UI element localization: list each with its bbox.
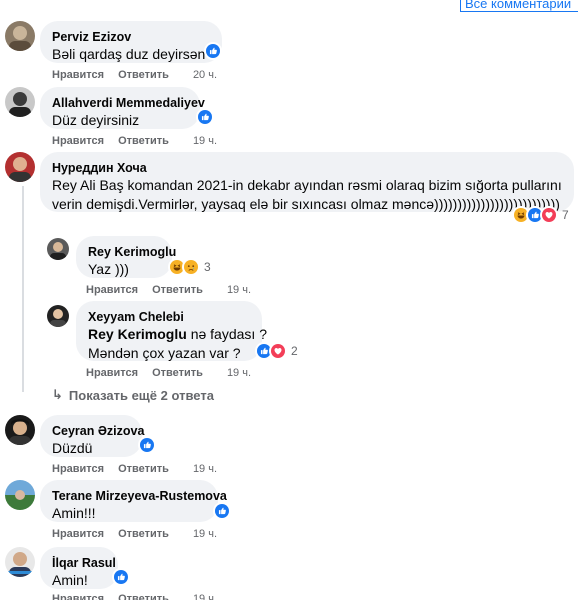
comment-text: nə faydası ? [186,326,267,342]
show-more-replies-button[interactable]: ↳ Показать ещё 2 ответа [52,387,214,403]
reaction-summary[interactable] [204,41,222,61]
like-reaction-icon [112,568,130,586]
comment-actions: Нравится Ответить 20 ч. [52,68,217,82]
reply-bubble: Rey Kerimoglu Yaz ))) [76,236,176,278]
comment-timestamp[interactable]: 19 ч. [193,462,217,476]
comment-bubble: İlqar Rasul Amin! [40,547,118,589]
comment-timestamp[interactable]: 19 ч. [193,527,217,541]
reaction-summary[interactable]: 7 [512,205,569,225]
comment-timestamp[interactable]: 19 ч. [227,366,251,380]
reply-arrow-icon: ↳ [52,387,63,402]
comment-timestamp[interactable]: 19 ч. [193,592,217,600]
comment-timestamp[interactable]: 19 ч. [227,283,251,297]
reply-button[interactable]: Ответить [152,366,203,380]
comment-text: Amin!!! [52,505,96,521]
like-button[interactable]: Нравится [86,283,138,297]
like-reaction-icon [196,108,214,126]
comment-bubble: Allahverdi Memmedaliyev Düz deyirsiniz [40,87,205,129]
reaction-summary[interactable] [112,567,130,587]
comment-text-line: Rey Kerimoglu nə faydası ? [88,325,267,344]
reply-button[interactable]: Ответить [152,283,203,297]
reaction-count: 3 [204,260,211,274]
comment-author[interactable]: İlqar Rasul [52,555,116,571]
like-button[interactable]: Нравится [52,134,104,148]
comment-bubble: Perviz Ezizov Bəli qardaş duz deyirsən [40,21,222,63]
love-reaction-icon [269,342,287,360]
comment-timestamp[interactable]: 20 ч. [193,68,217,82]
like-button[interactable]: Нравится [52,68,104,82]
like-button[interactable]: Нравится [86,366,138,380]
comment-author[interactable]: Xeyyam Chelebi [88,309,250,325]
comment-actions: Нравится Ответить 19 ч. [52,592,217,600]
comment-author[interactable]: Perviz Ezizov [52,29,210,45]
avatar[interactable] [5,152,35,182]
comment-bubble: Ceyran Əzizova Düzdü [40,415,144,457]
reply-button[interactable]: Ответить [118,134,169,148]
like-reaction-icon [213,502,231,520]
like-button[interactable]: Нравится [52,462,104,476]
reaction-summary[interactable]: 3 [168,257,211,277]
comment-text: Düzdü [52,440,93,456]
sad-reaction-icon [182,258,200,276]
comment-timestamp[interactable]: 19 ч. [193,134,217,148]
comment-text-line: Rey Ali Baş komandan 2021-in dekabr ayın… [52,177,562,193]
comment-bubble: Terane Mirzeyeva-Rustemova Amin!!! [40,480,227,522]
avatar[interactable] [5,480,35,510]
comment-author[interactable]: Rey Kerimoglu [88,244,176,260]
reaction-summary[interactable] [196,107,214,127]
avatar[interactable] [5,21,35,51]
like-reaction-icon [138,436,156,454]
comment-text: Düz deyirsiniz [52,112,140,128]
comment-bubble: Нуреддин Хоча Rey Ali Baş komandan 2021-… [40,152,574,212]
all-comments-link[interactable]: Все комментарии [460,0,578,12]
like-button[interactable]: Нравится [52,527,104,541]
mention-link[interactable]: Rey Kerimoglu [88,326,187,342]
comment-author[interactable]: Allahverdi Memmedaliyev [52,95,205,111]
comment-actions: Нравится Ответить 19 ч. [52,134,217,148]
show-more-replies-label: Показать ещё 2 ответа [68,387,214,403]
comment-text-line: verin demişdi.Vermirlər, yaysaq elə bir … [52,196,560,212]
comment-author[interactable]: Terane Mirzeyeva-Rustemova [52,488,227,504]
like-reaction-icon [204,42,222,60]
reaction-summary[interactable] [138,435,156,455]
comment-text: Bəli qardaş duz deyirsən [52,46,206,62]
comment-actions: Нравится Ответить 19 ч. [52,527,217,541]
comment-text: Amin! [52,572,88,588]
like-button[interactable]: Нравится [52,592,104,600]
avatar[interactable] [5,415,35,445]
comment-actions: Нравится Ответить 19 ч. [86,283,251,297]
comment-author[interactable]: Ceyran Əzizova [52,423,144,439]
comment-text-line: Məndən çox yazan var ? [88,345,241,361]
avatar[interactable] [47,238,69,260]
avatar[interactable] [5,87,35,117]
avatar[interactable] [5,547,35,577]
comment-author[interactable]: Нуреддин Хоча [52,160,562,176]
reaction-count: 2 [291,344,298,358]
comment-actions: Нравится Ответить 19 ч. [86,366,251,380]
reply-button[interactable]: Ответить [118,68,169,82]
comment-text: Yaz ))) [88,261,129,277]
reply-thread-line [22,186,24,392]
reply-bubble: Xeyyam Chelebi Rey Kerimoglu nə faydası … [76,301,267,361]
reaction-summary[interactable] [213,501,231,521]
reaction-summary[interactable]: 2 [255,341,298,361]
avatar[interactable] [47,305,69,327]
reply-button[interactable]: Ответить [118,462,169,476]
reaction-count: 7 [562,208,569,222]
love-reaction-icon [540,206,558,224]
comment-actions: Нравится Ответить 19 ч. [52,462,217,476]
reply-button[interactable]: Ответить [118,527,169,541]
reply-button[interactable]: Ответить [118,592,169,600]
